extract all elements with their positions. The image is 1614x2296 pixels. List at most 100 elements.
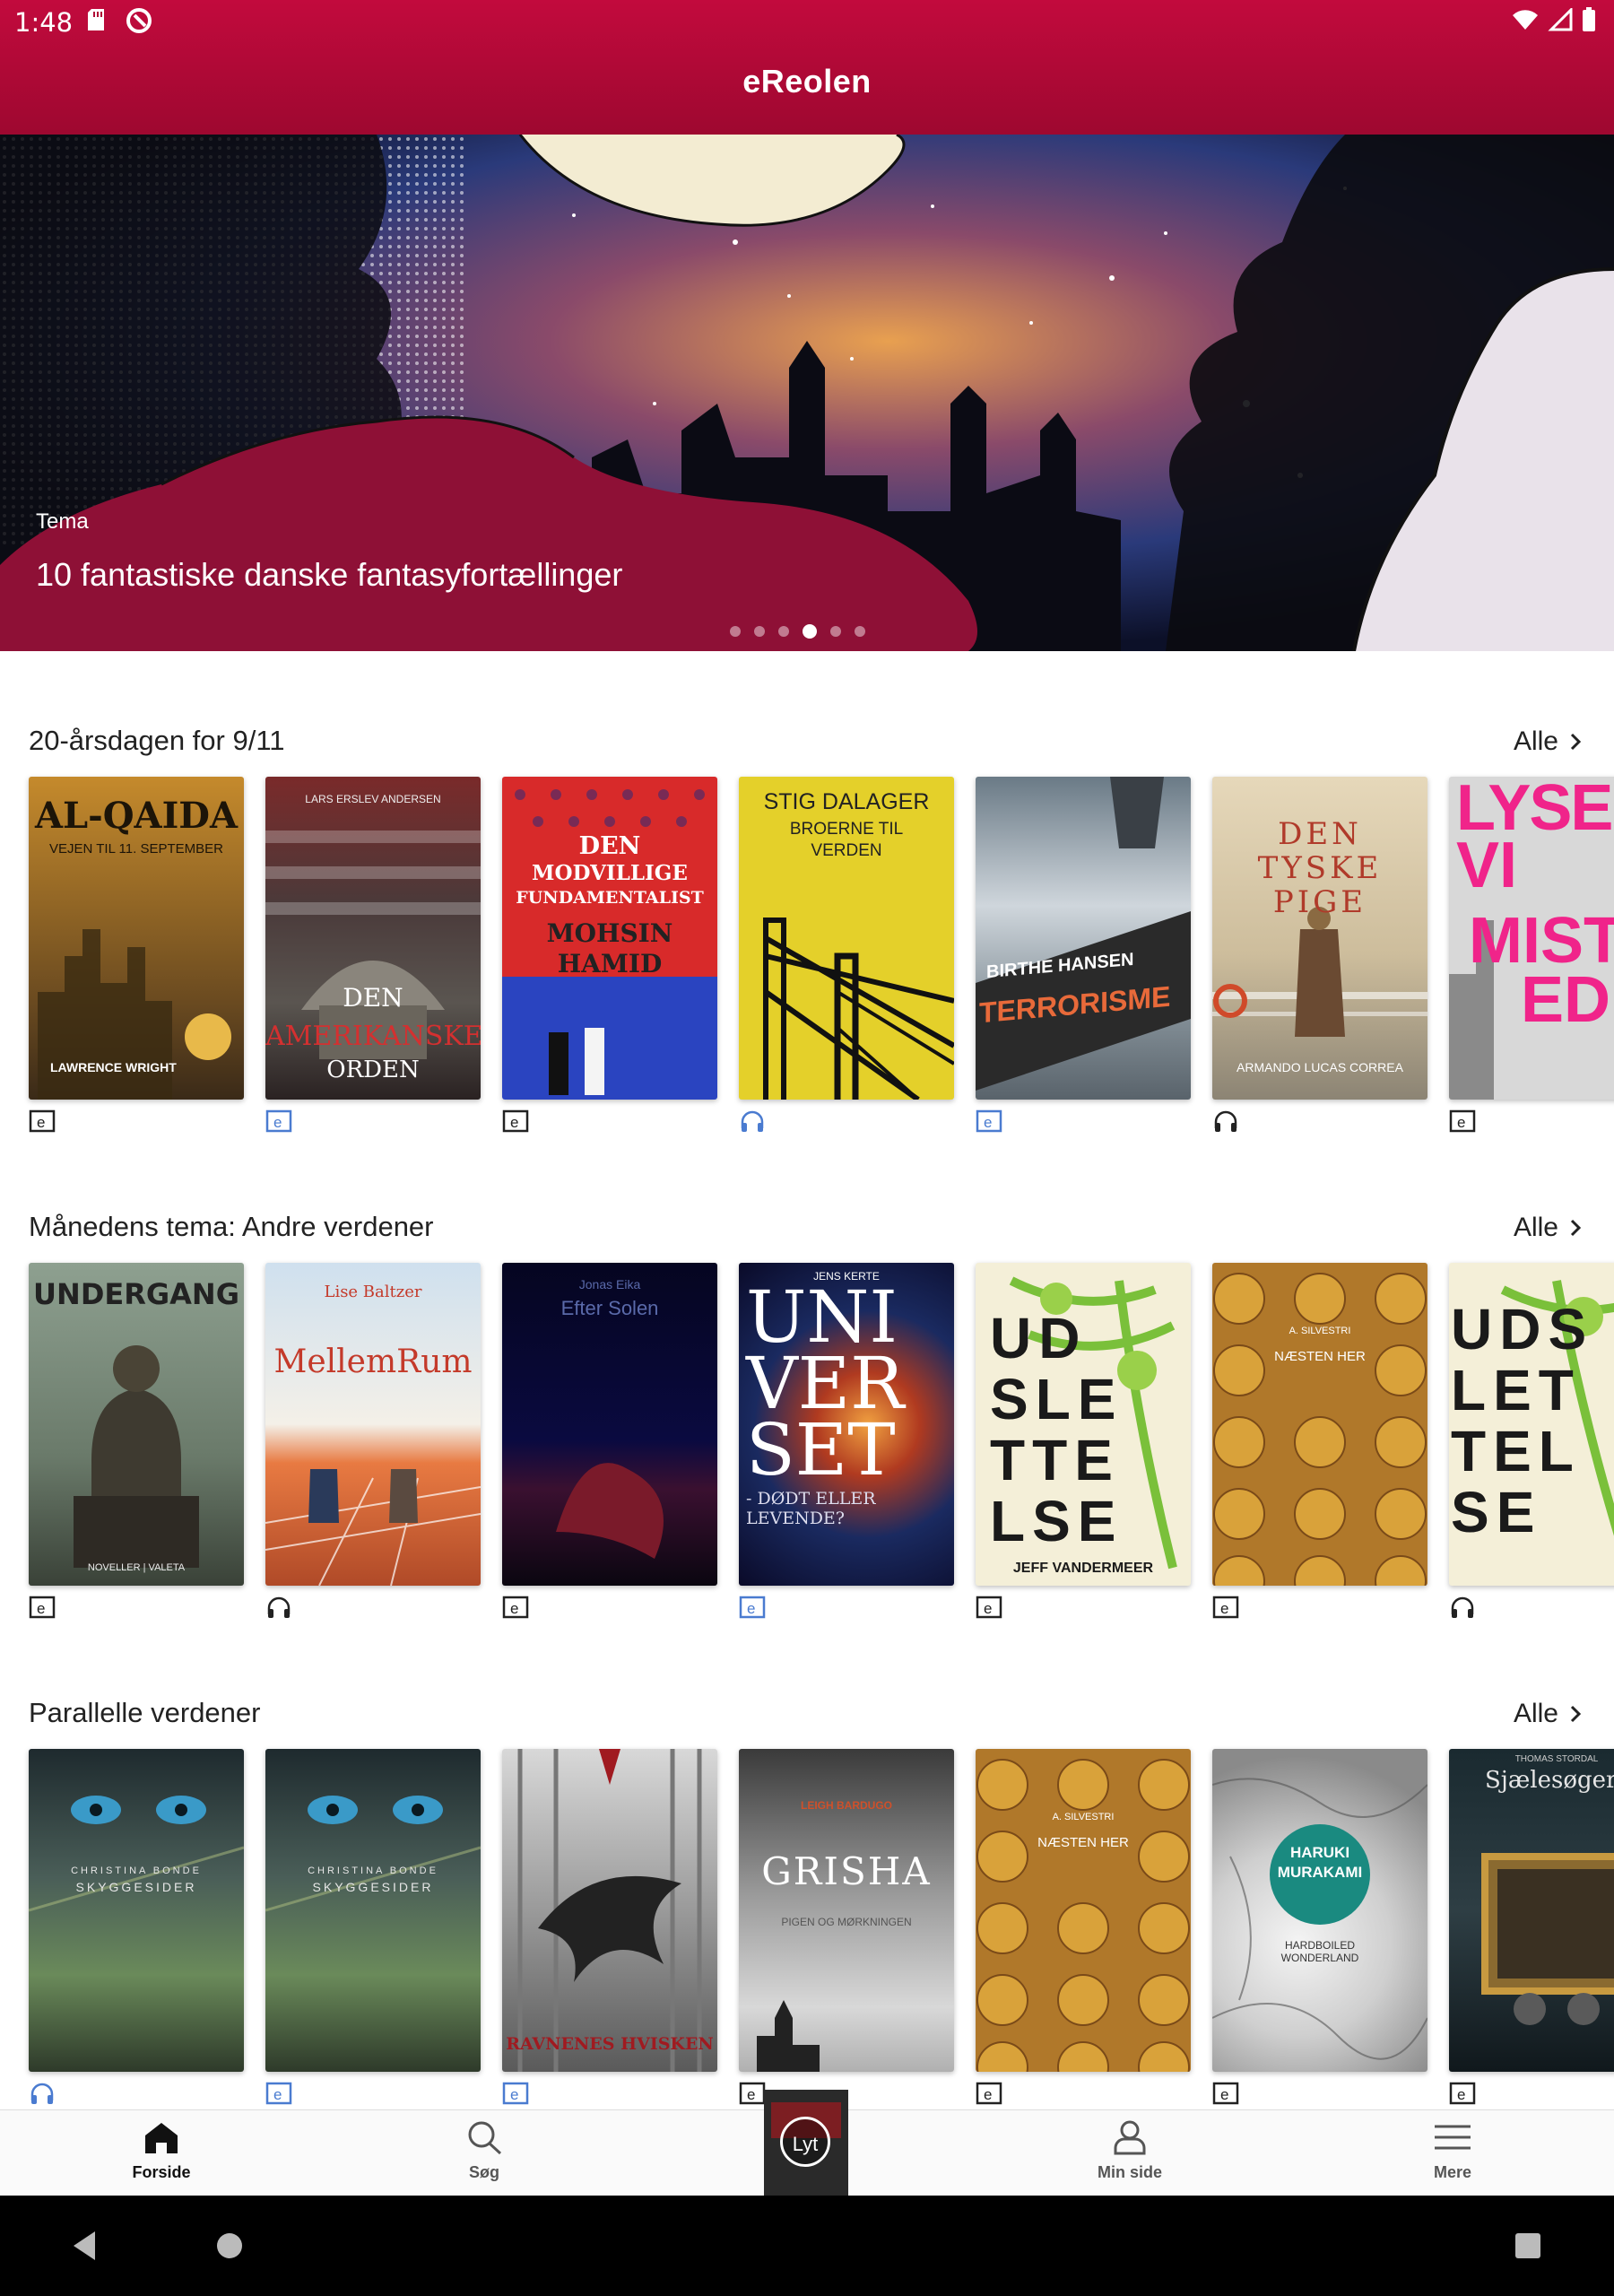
- book-cover-lyse-vi-mistede[interactable]: LYSE VI MIST ED: [1449, 777, 1614, 1100]
- status-bar: 1:48: [0, 0, 1614, 47]
- book-card[interactable]: RAVNENES HVISKEN e: [502, 1749, 717, 2106]
- cover-author: CHRISTINA BONDE: [71, 1866, 202, 1876]
- back-icon[interactable]: [70, 2230, 99, 2262]
- book-card[interactable]: UNDERGANG NOVELLER | VALETA e: [29, 1263, 244, 1620]
- carousel-dot[interactable]: [855, 626, 865, 637]
- see-all-link[interactable]: Alle: [1514, 726, 1582, 757]
- nav-min-side[interactable]: Min side: [1058, 2119, 1202, 2182]
- cover-title: SKYGGESIDER: [312, 1880, 434, 1894]
- cover-title-3: SET: [746, 1408, 896, 1492]
- book-card[interactable]: A. SILVESTRI NÆSTEN HER e: [1212, 1263, 1427, 1620]
- svg-text:e: e: [273, 2086, 282, 2103]
- book-cover-universet[interactable]: JENS KERTE UNI VER SET - DØDT ELLER LEVE…: [739, 1263, 954, 1586]
- book-cover-grisha[interactable]: LEIGH BARDUGO GRISHA PIGEN OG MØRKNINGEN: [739, 1749, 954, 2072]
- book-card[interactable]: AL-QAIDA VEJEN TIL 11. SEPTEMBER LAWRENC…: [29, 777, 244, 1134]
- carousel-dot[interactable]: [730, 626, 741, 637]
- book-cover-sjaelesogerne[interactable]: THOMAS STORDAL Sjælesøgerne: [1449, 1749, 1614, 2072]
- book-card[interactable]: STIG DALAGER BROERNE TIL VERDEN: [739, 777, 954, 1134]
- cover-title-1: UDS: [1451, 1297, 1594, 1361]
- ebook-icon: e: [502, 2081, 717, 2106]
- book-card[interactable]: THOMAS STORDAL Sjælesøgerne e: [1449, 1749, 1614, 2106]
- cover-title-3: TEL: [1451, 1419, 1581, 1483]
- book-card[interactable]: UDS LET TEL SE: [1449, 1263, 1614, 1620]
- book-card[interactable]: LARS ERSLEV ANDERSEN DEN AMERIKANSKE ORD…: [265, 777, 481, 1134]
- book-card[interactable]: A. SILVESTRI NÆSTEN HER e: [976, 1749, 1191, 2106]
- carousel-dot[interactable]: [778, 626, 789, 637]
- chevron-right-icon: [1570, 1705, 1582, 1723]
- book-cover-efter-solen[interactable]: Jonas Eika Efter Solen: [502, 1263, 717, 1586]
- book-cover-ravnenes-hvisken[interactable]: RAVNENES HVISKEN: [502, 1749, 717, 2072]
- book-card[interactable]: BIRTHE HANSEN TERRORISME e: [976, 777, 1191, 1134]
- book-cover-skyggesider-ebook[interactable]: CHRISTINA BONDE SKYGGESIDER: [265, 1749, 481, 2072]
- book-card[interactable]: Lise Baltzer MellemRum: [265, 1263, 481, 1620]
- cover-title-2: VI: [1456, 830, 1518, 901]
- status-time: 1:48: [14, 7, 74, 38]
- cover-author: LARS ERSLEV ANDERSEN: [305, 793, 441, 805]
- nav-label: Mere: [1433, 2163, 1472, 2181]
- battery-icon: [1583, 7, 1595, 31]
- book-card[interactable]: Jonas Eika Efter Solen e: [502, 1263, 717, 1620]
- ebook-icon: e: [1212, 1595, 1427, 1620]
- svg-text:e: e: [1457, 1114, 1465, 1131]
- svg-text:e: e: [37, 1114, 45, 1131]
- mini-player[interactable]: Lyt: [764, 2090, 848, 2196]
- book-card[interactable]: UD SLE TTE LSE JEFF VANDERMEER e: [976, 1263, 1191, 1620]
- headphones-icon: [1212, 1109, 1427, 1134]
- ebook-icon: e: [976, 1595, 1191, 1620]
- hero-kicker: Tema: [36, 509, 89, 534]
- book-cover-broerne-til-verden[interactable]: STIG DALAGER BROERNE TIL VERDEN: [739, 777, 954, 1100]
- cover-title: UNDERGANG: [33, 1277, 239, 1311]
- hero-carousel[interactable]: Tema 10 fantastiske danske fantasyfortæl…: [0, 135, 1614, 651]
- nav-forside[interactable]: Forside: [90, 2119, 233, 2182]
- person-icon: [1114, 2120, 1146, 2155]
- book-card[interactable]: JENS KERTE UNI VER SET - DØDT ELLER LEVE…: [739, 1263, 954, 1620]
- book-card[interactable]: LEIGH BARDUGO GRISHA PIGEN OG MØRKNINGEN…: [739, 1749, 954, 2106]
- book-cover-skyggesider-audio[interactable]: CHRISTINA BONDE SKYGGESIDER: [29, 1749, 244, 2072]
- carousel-dot[interactable]: [830, 626, 841, 637]
- svg-text:e: e: [1457, 2086, 1465, 2103]
- see-all-label: Alle: [1513, 1213, 1558, 1242]
- book-card[interactable]: LYSE VI MIST ED e: [1449, 777, 1614, 1134]
- book-card[interactable]: CHRISTINA BONDE SKYGGESIDER e: [265, 1749, 481, 2106]
- see-all-link[interactable]: Alle: [1514, 1699, 1582, 1729]
- book-card[interactable]: DEN MODVILLIGE FUNDAMENTALIST MOHSIN HAM…: [502, 777, 717, 1134]
- cover-title-1: UD: [990, 1306, 1088, 1370]
- hero-title[interactable]: 10 fantastiske danske fantasyfortællinge…: [36, 556, 622, 594]
- book-cover-den-amerikanske-orden[interactable]: LARS ERSLEV ANDERSEN DEN AMERIKANSKE ORD…: [265, 777, 481, 1100]
- nav-mere[interactable]: Mere: [1381, 2119, 1524, 2182]
- cover-author: A. SILVESTRI: [1289, 1326, 1351, 1336]
- carousel-dot[interactable]: [754, 626, 765, 637]
- book-cover-den-modvillige-fundamentalist[interactable]: DEN MODVILLIGE FUNDAMENTALIST MOHSIN HAM…: [502, 777, 717, 1100]
- listen-button[interactable]: Lyt: [780, 2117, 830, 2167]
- cover-title-3: ORDEN: [326, 1057, 420, 1083]
- book-card[interactable]: HARUKI MURAKAMI HARDBOILED WONDERLAND e: [1212, 1749, 1427, 2106]
- book-card[interactable]: DEN TYSKE PIGE ARMANDO LUCAS CORREA: [1212, 777, 1427, 1134]
- cover-author-2: MURAKAMI: [1277, 1864, 1363, 1881]
- nav-sog[interactable]: Søg: [412, 2119, 556, 2182]
- ebook-icon: e: [29, 1595, 244, 1620]
- book-cover-udslettelse[interactable]: UD SLE TTE LSE JEFF VANDERMEER: [976, 1263, 1191, 1586]
- ebook-icon: e: [976, 2081, 1191, 2106]
- book-cover-udslettelse-audio[interactable]: UDS LET TEL SE: [1449, 1263, 1614, 1586]
- book-cover-al-qaida[interactable]: AL-QAIDA VEJEN TIL 11. SEPTEMBER LAWRENC…: [29, 777, 244, 1100]
- book-cover-naesten-her-2[interactable]: A. SILVESTRI NÆSTEN HER: [976, 1749, 1191, 2072]
- cover-title: Efter Solen: [560, 1297, 659, 1319]
- book-cover-terrorisme[interactable]: BIRTHE HANSEN TERRORISME: [976, 777, 1191, 1100]
- book-cover-mellemrum[interactable]: Lise Baltzer MellemRum: [265, 1263, 481, 1586]
- book-cover-den-tyske-pige[interactable]: DEN TYSKE PIGE ARMANDO LUCAS CORREA: [1212, 777, 1427, 1100]
- ebook-icon: e: [976, 1109, 1191, 1134]
- book-cover-naesten-her[interactable]: A. SILVESTRI NÆSTEN HER: [1212, 1263, 1427, 1586]
- book-card[interactable]: CHRISTINA BONDE SKYGGESIDER: [29, 1749, 244, 2106]
- carousel-dot[interactable]: [803, 624, 817, 639]
- recents-icon[interactable]: [1514, 2231, 1542, 2260]
- section-andre-verdener: Månedens tema: Andre verdener Alle UNDER…: [0, 1211, 1614, 1659]
- carousel-indicators[interactable]: [730, 624, 865, 639]
- cover-title-2: AMERIKANSKE: [265, 1021, 481, 1052]
- book-cover-undergang[interactable]: UNDERGANG NOVELLER | VALETA: [29, 1263, 244, 1586]
- home-button-icon[interactable]: [215, 2231, 244, 2260]
- cover-author: NOVELLER | VALETA: [87, 1562, 186, 1573]
- cover-author: Lise Baltzer: [324, 1283, 422, 1301]
- book-cover-hardboiled-wonderland[interactable]: HARUKI MURAKAMI HARDBOILED WONDERLAND: [1212, 1749, 1427, 2072]
- cover-title-3: PIGE: [1272, 884, 1367, 920]
- see-all-link[interactable]: Alle: [1514, 1213, 1582, 1243]
